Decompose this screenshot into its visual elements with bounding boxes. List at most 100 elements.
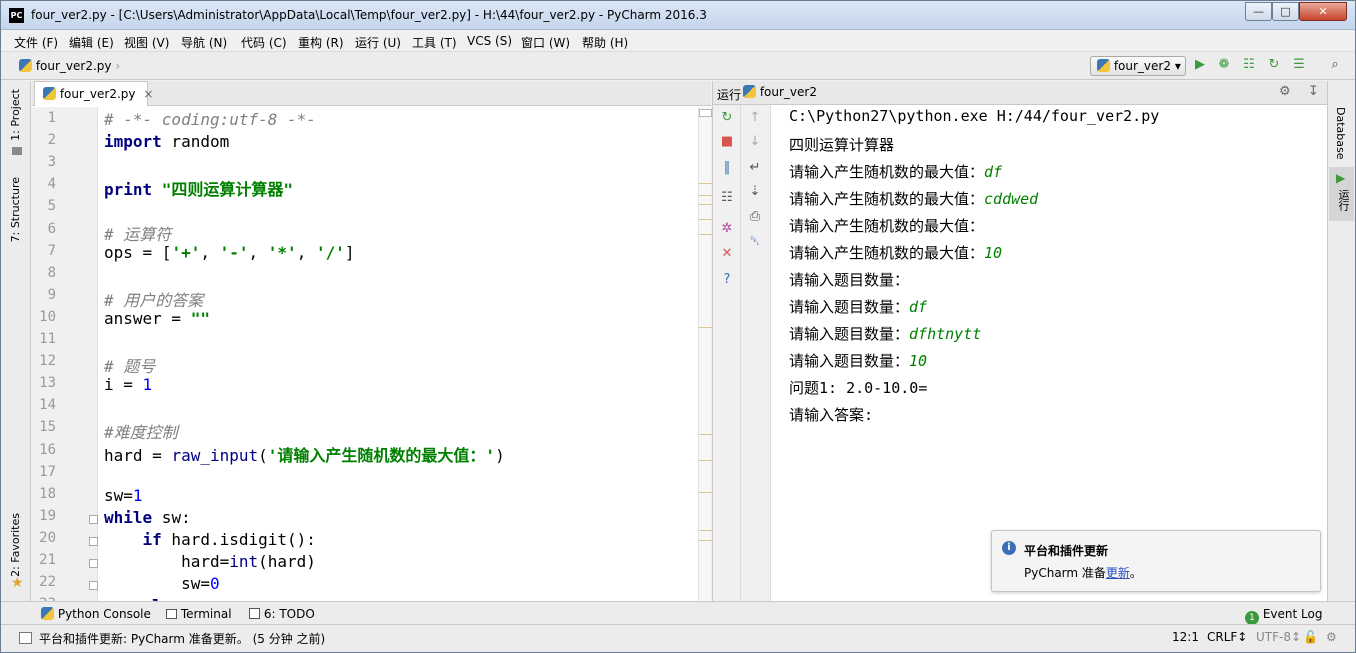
- gear-icon[interactable]: ⚙: [1279, 84, 1291, 99]
- star-icon: ★: [11, 575, 24, 591]
- code-line: i = 1: [104, 375, 153, 395]
- line-number: 9: [47, 286, 56, 303]
- menu-code[interactable]: 代码 (C): [241, 34, 287, 51]
- tab-run-active[interactable]: ▶ 运行: [1329, 167, 1354, 221]
- run-config-label: four_ver2: [1113, 59, 1171, 73]
- python-file-icon: [743, 85, 756, 98]
- left-tool-strip: 1: Project 7: Structure 2: Favorites ★: [1, 81, 31, 601]
- clear-icon[interactable]: ␡: [746, 233, 764, 251]
- code-line: import random: [104, 132, 230, 152]
- line-number: 12: [39, 353, 56, 370]
- update-link[interactable]: 更新: [1106, 566, 1130, 580]
- debug-icon[interactable]: ❁: [1216, 57, 1232, 73]
- menu-bar: 文件 (F) 编辑 (E) 视图 (V) 导航 (N) 代码 (C) 重构 (R…: [1, 30, 1355, 52]
- code-line: # -*- coding:utf-8 -*-: [104, 110, 316, 129]
- inspector-icon[interactable]: ⚙: [1326, 630, 1337, 644]
- console-line: 请输入题目数量：dfhtnytt: [789, 325, 982, 343]
- notification-title: 平台和插件更新: [1024, 544, 1109, 558]
- tab-terminal[interactable]: Terminal: [166, 607, 232, 621]
- console-line: 请输入答案:: [789, 406, 874, 424]
- tab-favorites[interactable]: 2: Favorites: [9, 513, 22, 577]
- line-separator[interactable]: CRLF↕: [1207, 630, 1247, 644]
- tab-database[interactable]: Database: [1334, 107, 1347, 160]
- close-icon[interactable]: ×: [143, 87, 153, 101]
- help-icon[interactable]: ?: [718, 271, 736, 289]
- line-number: 5: [47, 198, 56, 215]
- console-line: 请输入题目数量：: [789, 271, 910, 289]
- print-icon[interactable]: ⎙: [746, 208, 764, 226]
- line-number: 1: [47, 110, 56, 126]
- code-line: if hard.isdigit():: [142, 529, 316, 549]
- bottom-tool-bar: Python Console Terminal 6: TODO 1 Event …: [1, 601, 1355, 625]
- editor-tab-label: four_ver2.py: [59, 87, 136, 101]
- close-button[interactable]: ✕: [1299, 2, 1347, 21]
- run-config-tab[interactable]: four_ver2: [743, 85, 817, 99]
- line-number: 7: [47, 242, 56, 259]
- concurrency-icon[interactable]: ☰: [1291, 57, 1307, 73]
- tab-todo[interactable]: 6: TODO: [249, 607, 315, 621]
- status-message[interactable]: 平台和插件更新: PyCharm 准备更新。 (5 分钟 之前): [39, 630, 325, 647]
- code-line: hard = raw_input('请输入产生随机数的最大值：'): [104, 445, 505, 465]
- menu-run[interactable]: 运行 (U): [355, 34, 401, 51]
- code-line: sw=1: [104, 485, 143, 505]
- chevron-down-icon: ▾: [1174, 59, 1181, 73]
- close-run-icon[interactable]: ✕: [718, 245, 736, 263]
- minimize-button[interactable]: —: [1245, 2, 1272, 21]
- line-number: 15: [39, 419, 56, 436]
- menu-file[interactable]: 文件 (F): [14, 34, 58, 51]
- update-notification[interactable]: i 平台和插件更新 PyCharm 准备更新。: [991, 530, 1321, 592]
- console-line: 请输入产生随机数的最大值：cddwed: [789, 190, 1039, 208]
- maximize-button[interactable]: □: [1272, 2, 1299, 21]
- coverage-icon[interactable]: ☷: [1241, 57, 1257, 73]
- soft-wrap-icon[interactable]: ↵: [746, 159, 764, 177]
- breadcrumb[interactable]: four_ver2.py ›: [19, 59, 120, 73]
- pause-icon[interactable]: ‖: [718, 159, 736, 177]
- down-icon[interactable]: ↓: [746, 133, 764, 151]
- menu-navigate[interactable]: 导航 (N): [181, 34, 227, 51]
- menu-view[interactable]: 视图 (V): [124, 34, 169, 51]
- tab-event-log[interactable]: 1 Event Log: [1245, 607, 1322, 625]
- menu-edit[interactable]: 编辑 (E): [69, 34, 114, 51]
- menu-window[interactable]: 窗口 (W): [521, 34, 570, 51]
- status-bar: 平台和插件更新: PyCharm 准备更新。 (5 分钟 之前) 12:1 CR…: [1, 624, 1355, 652]
- folder-icon: [12, 147, 22, 155]
- line-number-gutter[interactable]: 1234567891011121314151617181920212223: [32, 107, 98, 612]
- caret-position[interactable]: 12:1: [1172, 630, 1199, 644]
- scroll-to-end-icon[interactable]: ⇣: [746, 183, 764, 201]
- line-number: 16: [39, 441, 56, 458]
- fold-marker-icon[interactable]: [89, 514, 98, 524]
- inspection-status-icon: [699, 109, 712, 117]
- code-area[interactable]: # -*- coding:utf-8 -*- import random print…: [104, 107, 694, 615]
- tab-project[interactable]: 1: Project: [9, 89, 22, 141]
- tab-python-console[interactable]: Python Console: [41, 607, 151, 621]
- file-encoding[interactable]: UTF-8↕: [1256, 630, 1301, 644]
- fold-marker-icon[interactable]: [89, 559, 98, 568]
- python-console-icon: [41, 607, 54, 620]
- line-number: 6: [47, 220, 56, 237]
- menu-refactor[interactable]: 重构 (R): [298, 34, 344, 51]
- tab-four-ver2[interactable]: four_ver2.py ×: [34, 81, 153, 106]
- search-icon[interactable]: ⌕: [1327, 57, 1343, 73]
- run-config-selector[interactable]: four_ver2 ▾: [1090, 56, 1186, 76]
- toggle-tool-windows-icon[interactable]: [19, 632, 32, 644]
- code-line: print "四则运算计算器": [104, 180, 294, 200]
- up-icon[interactable]: ↑: [746, 109, 764, 127]
- hide-panel-icon[interactable]: ↧: [1308, 84, 1319, 99]
- menu-help[interactable]: 帮助 (H): [582, 34, 628, 51]
- console-line: C:\Python27\python.exe H:/44/four_ver2.p…: [789, 107, 1160, 125]
- editor-scrollbar[interactable]: [698, 107, 712, 601]
- restore-layout-icon[interactable]: ☷: [718, 189, 736, 207]
- profile-icon[interactable]: ↻: [1266, 57, 1282, 73]
- fold-marker-icon[interactable]: [89, 536, 98, 546]
- tab-structure[interactable]: 7: Structure: [9, 177, 22, 242]
- run-icon[interactable]: ▶: [1192, 57, 1208, 73]
- rerun-icon[interactable]: ↻: [718, 109, 736, 127]
- menu-tools[interactable]: 工具 (T): [412, 34, 457, 51]
- line-number: 11: [39, 331, 56, 347]
- menu-vcs[interactable]: VCS (S): [467, 34, 512, 48]
- lock-icon[interactable]: 🔓: [1303, 630, 1318, 644]
- title-bar[interactable]: PC four_ver2.py - [C:\Users\Administrato…: [1, 1, 1355, 30]
- stop-icon[interactable]: ■: [718, 133, 736, 151]
- fold-marker-icon[interactable]: [89, 581, 98, 591]
- pin-icon[interactable]: ✲: [718, 220, 736, 238]
